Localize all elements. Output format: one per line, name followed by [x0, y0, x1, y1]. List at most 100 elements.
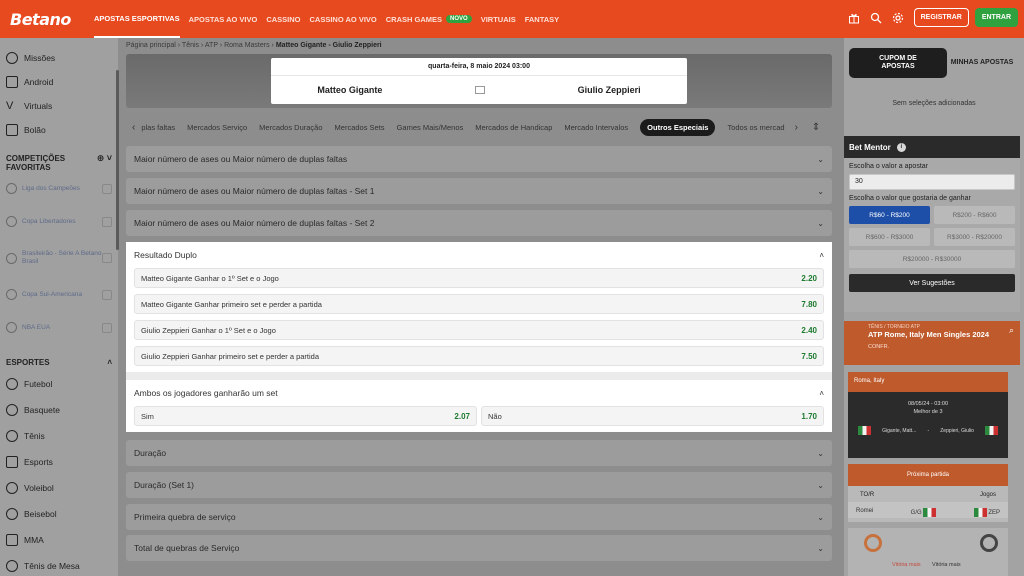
tab-cupom-apostas[interactable]: CUPOM DE APOSTAS — [849, 48, 947, 78]
search-icon[interactable]: ⌕ — [1009, 325, 1014, 336]
chevron-up-icon[interactable]: ˄ — [107, 358, 112, 367]
nav-cassino[interactable]: CASSINO — [266, 15, 300, 24]
add-favorite-icon[interactable]: ⊕ ˅ — [97, 154, 112, 172]
market-header-ambos[interactable]: Ambos os jogadores ganharão um set ˄ — [126, 380, 832, 406]
info-icon[interactable]: i — [896, 142, 906, 152]
tab-games-mais-menos[interactable]: Games Mais/Menos — [397, 123, 464, 132]
chevron-down-icon[interactable]: ⌄ — [817, 481, 824, 490]
favorite-item[interactable]: Brasileirão - Série A Betano Brasil — [0, 238, 118, 278]
favorite-checkbox[interactable] — [102, 216, 112, 227]
favorite-label: Brasileirão - Série A Betano Brasil — [22, 250, 102, 265]
tab-todos-mercados[interactable]: Todos os mercad — [727, 123, 784, 132]
tab-minhas-apostas[interactable]: MINHAS APOSTAS — [947, 48, 1017, 78]
live-tracker-header: TÊNIS / TORNEIO ATP ATP Rome, Italy Men … — [844, 321, 1020, 365]
sidebar-item-voleibol[interactable]: Voleibol — [0, 475, 118, 501]
market-accordion[interactable]: Duração ⌄ — [126, 440, 832, 466]
nav-fantasy[interactable]: FANTASY — [525, 15, 559, 24]
market-accordion[interactable]: Maior número de ases ou Maior número de … — [126, 178, 832, 204]
register-button[interactable]: REGISTRAR — [913, 8, 969, 27]
market-accordion[interactable]: Duração (Set 1) ⌄ — [126, 472, 832, 498]
odd-button[interactable]: Matteo Gigante Ganhar primeiro set e per… — [134, 294, 824, 314]
sidebar-item-basquete[interactable]: Basquete — [0, 397, 118, 423]
sidebar-scrollbar[interactable] — [116, 70, 119, 250]
tab-mercado-intervalos[interactable]: Mercado Intervalos — [564, 123, 628, 132]
nav-crash-games[interactable]: CRASH GAMES NOVO — [386, 15, 472, 24]
chevron-up-icon[interactable]: ˄ — [819, 389, 824, 398]
nav-cassino-ao-vivo[interactable]: CASSINO AO VIVO — [310, 15, 377, 24]
breadcrumb-item[interactable]: Roma Masters — [224, 42, 270, 49]
stake-input[interactable]: 30 — [849, 174, 1015, 190]
odd-value: 7.80 — [801, 299, 817, 309]
breadcrumb-item[interactable]: Página principal — [126, 42, 176, 49]
row-value-text: G/G — [910, 510, 922, 517]
range-option[interactable]: R$3000 - R$20000 — [934, 228, 1015, 246]
sidebar-item-android[interactable]: Android — [0, 70, 118, 94]
tab-mercados-servico[interactable]: Mercados Serviço — [187, 123, 247, 132]
chevron-down-icon[interactable]: ⌄ — [817, 544, 824, 553]
sports-header[interactable]: ESPORTES ˄ — [0, 352, 118, 367]
gift-icon[interactable] — [846, 10, 862, 26]
range-option[interactable]: R$60 - R$200 — [849, 206, 930, 224]
range-option[interactable]: R$600 - R$3000 — [849, 228, 930, 246]
odd-button[interactable]: Giulio Zeppieri Ganhar primeiro set e pe… — [134, 346, 824, 366]
sidebar-item-tenis[interactable]: Tênis — [0, 423, 118, 449]
tab-mercados-sets[interactable]: Mercados Sets — [335, 123, 385, 132]
sidebar-item-tenis-de-mesa[interactable]: Tênis de Mesa — [0, 553, 118, 576]
favorite-item[interactable]: Liga dos Campeões — [0, 172, 118, 205]
favorite-checkbox[interactable] — [102, 322, 112, 333]
sidebar-item-bolao[interactable]: Bolão — [0, 118, 118, 142]
favorite-item[interactable]: Copa Libertadores — [0, 205, 118, 238]
sidebar-item-missoes[interactable]: Missões — [0, 46, 118, 70]
chevron-down-icon[interactable]: ⌄ — [817, 513, 824, 522]
sidebar-item-virtuals[interactable]: V Virtuals — [0, 94, 118, 118]
favorite-item[interactable]: Copa Sul-Americana — [0, 278, 118, 311]
top-bar: Betano APOSTAS ESPORTIVAS APOSTAS AO VIV… — [0, 0, 1024, 38]
collapse-all-icon[interactable]: ⇕ — [812, 122, 820, 133]
live-conf[interactable]: CONFR. — [868, 344, 996, 350]
stats-icon[interactable] — [475, 86, 485, 94]
match-card: quarta-feira, 8 maio 2024 03:00 Matteo G… — [271, 58, 687, 104]
row-away-text: ZEP — [988, 510, 1000, 517]
favorite-checkbox[interactable] — [102, 253, 112, 263]
breadcrumb-item[interactable]: Tênis — [182, 42, 199, 49]
chevron-down-icon[interactable]: ⌄ — [817, 449, 824, 458]
market-accordion[interactable]: Maior número de ases ou Maior número de … — [126, 146, 832, 172]
favorite-checkbox[interactable] — [102, 289, 112, 300]
favorite-checkbox[interactable] — [102, 183, 112, 194]
login-button[interactable]: ENTRAR — [974, 8, 1018, 27]
betano-logo[interactable]: Betano — [0, 10, 94, 29]
tab-mercados-duracao[interactable]: Mercados Duração — [259, 123, 322, 132]
market-accordion[interactable]: Maior número de ases ou Maior número de … — [126, 210, 832, 236]
odd-button[interactable]: Giulio Zeppieri Ganhar o 1º Set e o Jogo… — [134, 320, 824, 340]
nav-apostas-ao-vivo[interactable]: APOSTAS AO VIVO — [189, 15, 258, 24]
chevron-right-icon[interactable]: › — [795, 122, 798, 133]
sidebar-item-futebol[interactable]: Futebol — [0, 371, 118, 397]
range-option[interactable]: R$200 - R$600 — [934, 206, 1015, 224]
tab-duplas-faltas[interactable]: plas faltas — [141, 123, 175, 132]
sidebar-item-esports[interactable]: Esports — [0, 449, 118, 475]
tab-outros-especiais[interactable]: Outros Especiais — [640, 118, 716, 136]
nav-apostas-esportivas[interactable]: APOSTAS ESPORTIVAS — [94, 0, 180, 38]
chevron-down-icon[interactable]: ⌄ — [817, 187, 824, 196]
nav-virtuais[interactable]: VIRTUAIS — [481, 15, 516, 24]
odd-button[interactable]: Matteo Gigante Ganhar o 1º Set e o Jogo 2… — [134, 268, 824, 288]
gear-icon[interactable] — [890, 10, 906, 26]
sidebar-item-beisebol[interactable]: Beisebol — [0, 501, 118, 527]
market-accordion[interactable]: Primeira quebra de serviço ⌄ — [126, 504, 832, 530]
market-accordion[interactable]: Total de quebras de Serviço ⌄ — [126, 535, 832, 561]
odd-button-sim[interactable]: Sim 2.07 — [134, 406, 477, 426]
market-header-resultado-duplo[interactable]: Resultado Duplo ˄ — [126, 242, 832, 268]
search-icon[interactable] — [868, 10, 884, 26]
sidebar-item-mma[interactable]: MMA — [0, 527, 118, 553]
tab-mercados-handicap[interactable]: Mercados de Handicap — [475, 123, 552, 132]
range-option[interactable]: R$20000 - R$30000 — [849, 250, 1015, 268]
chevron-down-icon[interactable]: ⌄ — [817, 155, 824, 164]
chevron-down-icon[interactable]: ⌄ — [817, 219, 824, 228]
breadcrumb-item[interactable]: ATP — [205, 42, 218, 49]
bet-mentor-title: Bet Mentor — [849, 142, 891, 152]
chevron-up-icon[interactable]: ˄ — [819, 251, 824, 260]
odd-button-nao[interactable]: Não 1.70 — [481, 406, 824, 426]
ver-sugestoes-button[interactable]: Ver Sugestões — [849, 274, 1015, 292]
favorite-item[interactable]: NBA EUA — [0, 311, 118, 344]
chevron-left-icon[interactable]: ‹ — [132, 122, 135, 133]
